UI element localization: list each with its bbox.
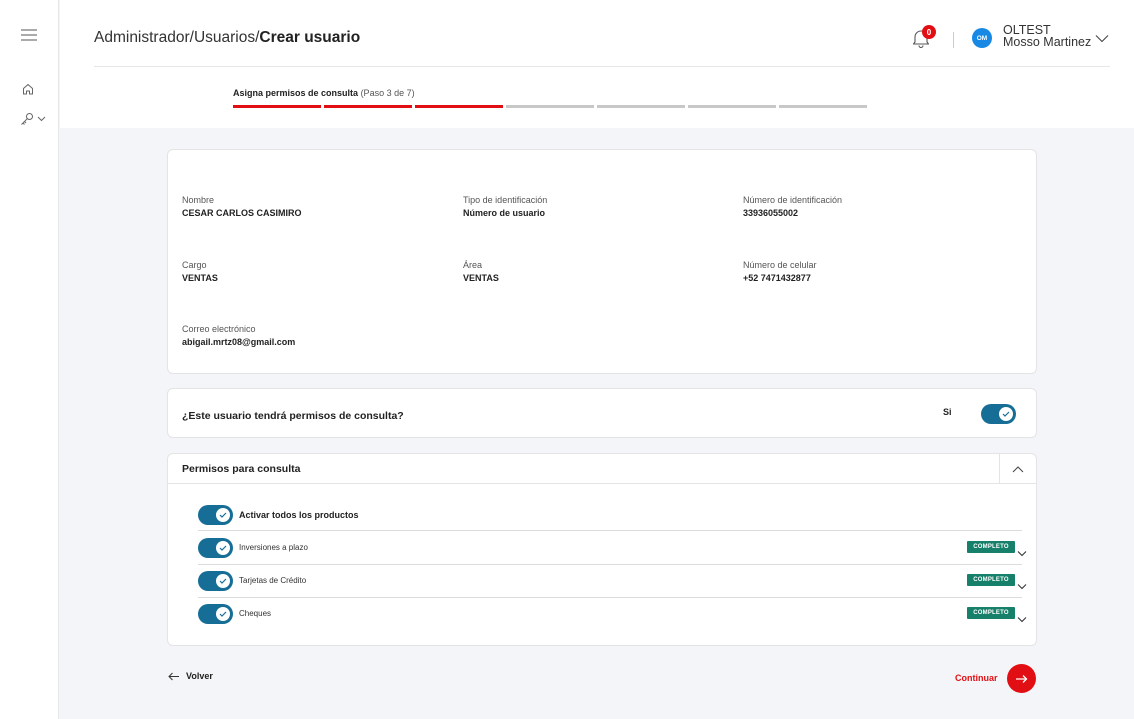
- header-separator: [94, 66, 1110, 67]
- field-correo: Correo electrónico abigail.mrtz08@gmail.…: [182, 324, 295, 347]
- page-header: Administrador/ Usuarios/ Crear usuario 0…: [60, 0, 1134, 128]
- continue-label[interactable]: Continuar: [955, 673, 998, 683]
- consulta-toggle[interactable]: [981, 404, 1016, 424]
- field-tipo-identificacion: Tipo de identificación Número de usuario: [463, 195, 547, 218]
- field-label: Área: [463, 260, 483, 270]
- breadcrumb-administrador[interactable]: Administrador/: [94, 29, 194, 47]
- field-value: 33936055002: [743, 208, 799, 218]
- row-divider: [198, 530, 1022, 531]
- field-label: Número de identificación: [743, 195, 843, 205]
- step-subtitle: (Paso 3 de 7): [360, 88, 415, 98]
- breadcrumb-current: Crear usuario: [259, 29, 361, 46]
- user-info-card: Nombre CESAR CARLOS CASIMIRO Tipo de ide…: [167, 149, 1037, 374]
- row-divider: [198, 564, 1022, 565]
- step-label: Asigna permisos de consulta (Paso 3 de 7…: [233, 88, 415, 98]
- notification-badge: 0: [922, 25, 936, 39]
- check-icon: [216, 574, 230, 588]
- field-value: VENTAS: [463, 273, 499, 283]
- user-name: Mosso Martinez: [1003, 35, 1092, 49]
- field-value: abigail.mrtz08@gmail.com: [182, 337, 296, 347]
- avatar[interactable]: OM: [972, 28, 992, 48]
- product-label: Cheques: [239, 609, 272, 618]
- continue-button[interactable]: [1007, 664, 1036, 693]
- field-value: CESAR CARLOS CASIMIRO: [182, 208, 302, 218]
- step-title: Asigna permisos de consulta: [233, 88, 359, 98]
- field-cargo: Cargo VENTAS: [182, 260, 218, 283]
- chevron-down-icon: [37, 116, 46, 122]
- header-divider: [953, 32, 954, 48]
- field-label: Tipo de identificación: [463, 195, 548, 205]
- consulta-answer: Si: [943, 407, 952, 417]
- user-menu-chevron-icon[interactable]: [1095, 30, 1109, 43]
- progress-step-1: [233, 105, 321, 108]
- toggle-all-products[interactable]: [198, 505, 233, 525]
- all-products-label: Activar todos los productos: [239, 510, 359, 520]
- arrow-left-icon: [168, 672, 179, 680]
- sidebar: [0, 0, 59, 719]
- permisos-card: Permisos para consulta Activar todos los…: [167, 453, 1037, 646]
- check-icon: [216, 508, 230, 522]
- step-progress: [233, 105, 867, 108]
- chevron-down-icon[interactable]: [1017, 544, 1027, 557]
- check-icon: [216, 541, 230, 555]
- field-value: VENTAS: [182, 273, 218, 283]
- field-label: Correo electrónico: [182, 324, 256, 334]
- product-label: Inversiones a plazo: [239, 543, 308, 552]
- field-area: Área VENTAS: [463, 260, 499, 283]
- progress-step-2: [324, 105, 412, 108]
- back-label: Volver: [186, 671, 213, 681]
- row-divider: [198, 597, 1022, 598]
- progress-step-7: [779, 105, 867, 108]
- arrow-right-icon: [1016, 674, 1028, 683]
- progress-step-6: [688, 105, 776, 108]
- permisos-title: Permisos para consulta: [182, 463, 301, 475]
- chevron-up-icon[interactable]: [999, 454, 1036, 484]
- progress-step-4: [506, 105, 594, 108]
- check-icon: [999, 407, 1013, 421]
- field-value: +52 7471432877: [743, 273, 811, 283]
- field-label: Número de celular: [743, 260, 817, 270]
- field-label: Cargo: [182, 260, 207, 270]
- product-label: Tarjetas de Crédito: [239, 576, 307, 585]
- toggle-cheques[interactable]: [198, 604, 233, 624]
- back-button[interactable]: Volver: [168, 671, 213, 681]
- breadcrumb: Administrador/ Usuarios/ Crear usuario: [94, 29, 360, 47]
- home-icon[interactable]: [19, 80, 37, 98]
- field-nombre: Nombre CESAR CARLOS CASIMIRO: [182, 195, 302, 218]
- toggle-inversiones[interactable]: [198, 538, 233, 558]
- field-numero-identificacion: Número de identificación 33936055002: [743, 195, 842, 218]
- status-badge: COMPLETO: [967, 574, 1015, 586]
- chevron-down-icon[interactable]: [1017, 610, 1027, 623]
- breadcrumb-usuarios[interactable]: Usuarios/: [194, 29, 259, 47]
- field-celular: Número de celular +52 7471432877: [743, 260, 817, 283]
- field-value: Número de usuario: [463, 208, 546, 218]
- consulta-question: ¿Este usuario tendrá permisos de consult…: [182, 410, 404, 422]
- progress-step-5: [597, 105, 685, 108]
- check-icon: [216, 607, 230, 621]
- key-menu-button[interactable]: [16, 110, 50, 128]
- permisos-header: Permisos para consulta: [168, 454, 1036, 484]
- field-label: Nombre: [182, 195, 215, 205]
- consulta-question-card: ¿Este usuario tendrá permisos de consult…: [167, 388, 1037, 438]
- chevron-down-icon[interactable]: [1017, 577, 1027, 590]
- status-badge: COMPLETO: [967, 541, 1015, 553]
- menu-icon[interactable]: [18, 26, 40, 44]
- progress-step-3: [415, 105, 503, 108]
- toggle-tarjetas[interactable]: [198, 571, 233, 591]
- key-icon: [21, 113, 33, 125]
- status-badge: COMPLETO: [967, 607, 1015, 619]
